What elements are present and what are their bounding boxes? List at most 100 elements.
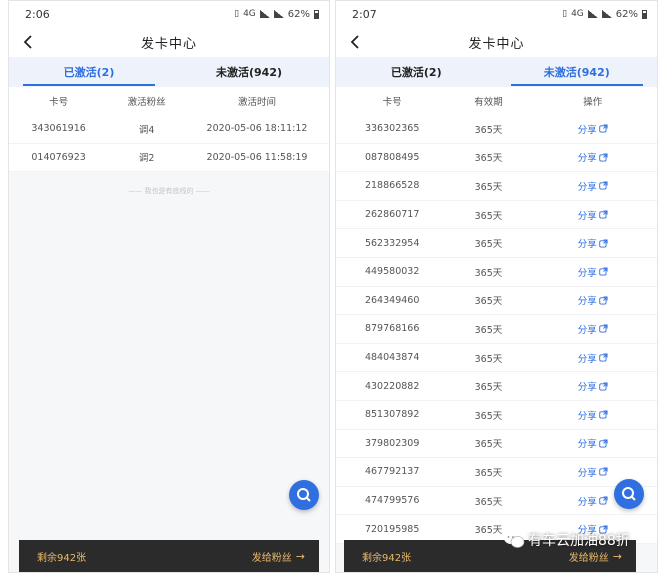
validity-period: 365天 (474, 439, 503, 451)
share-label: 分享 (577, 181, 597, 193)
share-label: 分享 (577, 124, 597, 136)
table-header: 卡号 激活粉丝 激活时间 (9, 87, 329, 115)
action-cell: 分享 (529, 236, 657, 250)
status-time: 2:07 (352, 7, 377, 21)
validity-period: 365天 (474, 467, 503, 479)
signal-icon (587, 10, 598, 18)
share-link[interactable]: 分享 (578, 208, 608, 222)
share-icon (599, 439, 608, 448)
nav-bar: 发卡中心 (336, 27, 657, 57)
table-row: 467792137 365天 分享 (336, 458, 657, 487)
share-label: 分享 (577, 210, 597, 222)
table-row: 484043874 365天 分享 (336, 344, 657, 373)
share-link[interactable]: 分享 (578, 236, 608, 250)
arrow-right-icon: → (612, 549, 622, 563)
share-icon (599, 296, 608, 305)
table-row: 430220882 365天 分享 (336, 372, 657, 401)
tab-bar: 已激活(2) 未激活(942) (9, 57, 329, 87)
list-end-note: —— 我也是有底线的 —— (128, 187, 210, 196)
column-header-card-number: 卡号 (382, 97, 402, 108)
column-header-card-number: 卡号 (49, 97, 69, 108)
share-link[interactable]: 分享 (578, 494, 608, 508)
search-icon (622, 487, 636, 501)
send-label: 发给粉丝 (251, 552, 292, 564)
validity-period: 365天 (474, 296, 503, 308)
action-cell: 分享 (529, 179, 657, 193)
search-fab-button[interactable] (289, 480, 319, 510)
validity-period: 365天 (474, 324, 503, 336)
action-cell: 分享 (529, 122, 657, 136)
validity-period: 365天 (474, 496, 503, 508)
card-number: 087808495 (364, 151, 420, 163)
share-link[interactable]: 分享 (578, 265, 608, 279)
right-phone-screen: 2:07 ▯ 4G 62% 发卡中心 已激活(2) 未激活(942) 卡号 有效… (335, 0, 658, 573)
inactive-card-list: 336302365 365天 分享 087808495 365天 分享 218866528 3… (336, 115, 657, 544)
left-phone-screen: 2:06 ▯ 4G 62% 发卡中心 已激活(2) 未激活(942) 卡号 激活… (8, 0, 330, 573)
share-link[interactable]: 分享 (578, 465, 608, 479)
share-label: 分享 (577, 353, 597, 365)
action-cell: 分享 (529, 436, 657, 450)
action-cell: 分享 (529, 208, 657, 222)
card-number: 264349460 (364, 294, 420, 306)
validity-period: 365天 (474, 267, 503, 279)
card-number: 474799576 (364, 495, 420, 507)
validity-period: 365天 (474, 239, 503, 251)
card-number: 430220882 (364, 380, 420, 392)
activation-time: 2020-05-06 18:11:12 (206, 123, 308, 135)
table-row: 343061916 调4 2020-05-06 18:11:12 (9, 115, 329, 144)
share-link[interactable]: 分享 (578, 122, 608, 136)
table-row: 262860717 365天 分享 (336, 201, 657, 230)
action-cell: 分享 (529, 265, 657, 279)
share-label: 分享 (577, 324, 597, 336)
share-icon (599, 324, 608, 334)
back-arrow-icon[interactable] (344, 31, 366, 53)
send-label: 发给粉丝 (568, 552, 609, 564)
table-row: 851307892 365天 分享 (336, 401, 657, 430)
card-number: 562332954 (364, 237, 420, 249)
bottom-action-bar: 剩余942张 发给粉丝 → (19, 540, 319, 572)
card-number: 014076923 (31, 151, 86, 163)
back-arrow-icon[interactable] (17, 31, 39, 53)
share-link[interactable]: 分享 (578, 436, 608, 450)
tab-not-activated[interactable]: 未激活(942) (169, 57, 329, 87)
table-row: 562332954 365天 分享 (336, 229, 657, 258)
card-number: 262860717 (364, 209, 420, 221)
share-link[interactable]: 分享 (578, 351, 608, 365)
share-link[interactable]: 分享 (578, 179, 608, 193)
table-row: 474799576 365天 分享 (336, 487, 657, 516)
validity-period: 365天 (474, 382, 503, 394)
vibrate-icon: ▯ (562, 9, 568, 19)
table-row: 087808495 365天 分享 (336, 144, 657, 173)
validity-period: 365天 (474, 410, 503, 422)
share-link[interactable]: 分享 (578, 408, 608, 422)
card-number: 343061916 (31, 123, 86, 135)
status-bar: 2:07 ▯ 4G 62% (336, 1, 657, 27)
card-number: 879768166 (364, 323, 420, 335)
table-row: 879768166 365天 分享 (336, 315, 657, 344)
card-number: 467792137 (364, 466, 420, 478)
activation-time: 2020-05-06 11:58:19 (206, 151, 308, 163)
battery-percent: 62% (287, 8, 310, 20)
table-row: 379802309 365天 分享 (336, 430, 657, 459)
page-title: 发卡中心 (468, 36, 525, 52)
status-icons: ▯ 4G 62% (234, 9, 319, 20)
share-link[interactable]: 分享 (578, 322, 608, 336)
share-link[interactable]: 分享 (578, 150, 608, 164)
tab-activated[interactable]: 已激活(2) (9, 57, 169, 87)
validity-period: 365天 (474, 124, 503, 136)
share-label: 分享 (577, 267, 597, 279)
tab-not-activated[interactable]: 未激活(942) (497, 57, 658, 87)
share-icon (599, 467, 608, 476)
share-link[interactable]: 分享 (578, 379, 608, 393)
tab-activated[interactable]: 已激活(2) (336, 57, 497, 87)
signal-icon (273, 10, 284, 18)
validity-period: 365天 (474, 181, 503, 193)
watermark: 有车云加油88折 (503, 530, 630, 550)
send-to-fans-button[interactable]: 发给粉丝 → (569, 549, 622, 564)
send-to-fans-button[interactable]: 发给粉丝 → (252, 549, 305, 564)
card-number: 218866528 (364, 180, 420, 192)
search-fab-button[interactable] (614, 479, 644, 509)
card-number: 336302365 (364, 123, 420, 135)
share-link[interactable]: 分享 (578, 293, 608, 307)
share-label: 分享 (577, 296, 597, 308)
